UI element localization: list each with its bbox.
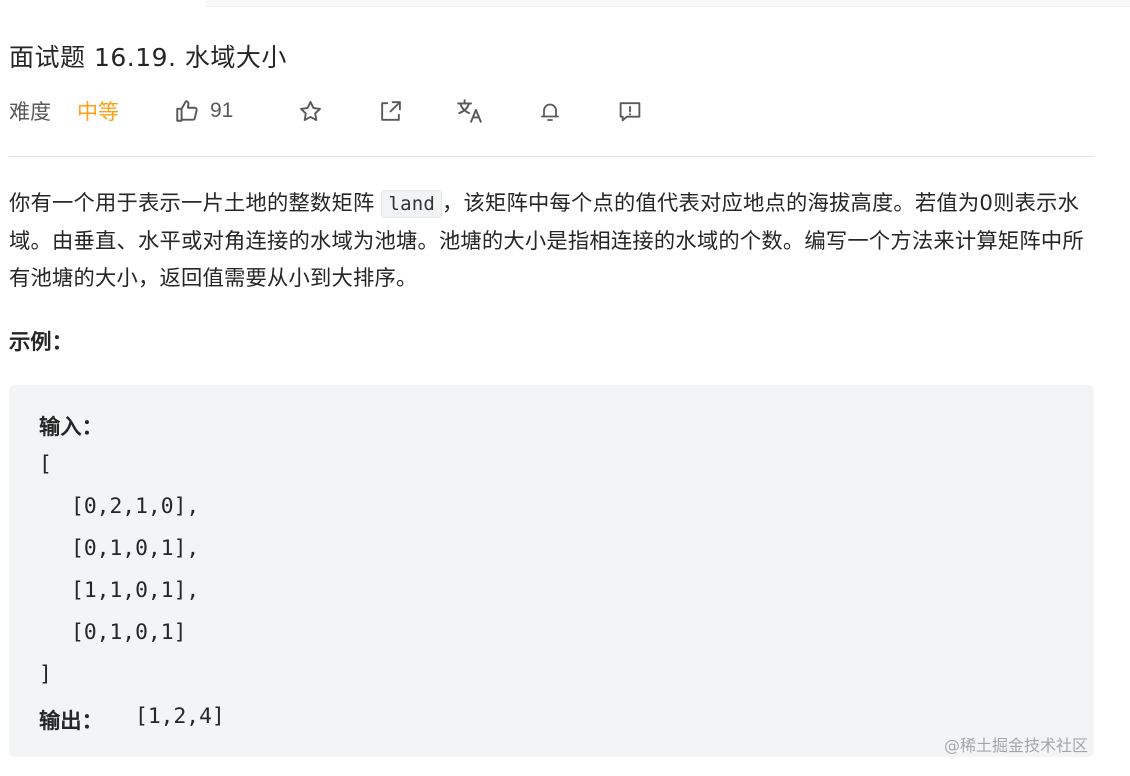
input-label: 输入： <box>39 415 103 440</box>
favorite-button[interactable] <box>295 93 325 129</box>
share-icon <box>378 99 403 124</box>
inline-code-land: land <box>381 190 442 218</box>
translate-icon <box>456 98 484 124</box>
output-value: [1,2,4] <box>135 704 225 729</box>
notification-button[interactable] <box>535 93 565 129</box>
problem-description: 你有一个用于表示一片土地的整数矩阵 land ，该矩阵中每个点的值代表对应地点的海… <box>9 185 1094 297</box>
page-title: 面试题 16.19. 水域大小 <box>9 43 287 72</box>
matrix-row: [0,1,0,1], <box>71 536 200 561</box>
meta-row: 难度 中等 91 <box>9 93 709 129</box>
thumbs-up-icon <box>174 98 200 124</box>
description-text-1: 你有一个用于表示一片土地的整数矩阵 <box>9 191 375 216</box>
star-icon <box>298 99 323 124</box>
translate-button[interactable] <box>455 93 485 129</box>
difficulty-label: 难度 <box>9 100 51 124</box>
example-heading: 示例： <box>9 330 73 355</box>
like-count: 91 <box>210 99 234 122</box>
share-button[interactable] <box>375 93 405 129</box>
example-code-block: 输入： [ [0,2,1,0], [0,1,0,1], [1,1,0,1], [… <box>9 385 1094 757</box>
matrix-row: [1,1,0,1], <box>71 578 200 603</box>
bell-icon <box>538 99 562 124</box>
close-bracket: ] <box>39 662 52 687</box>
open-bracket: [ <box>39 452 52 477</box>
matrix-row: [0,1,0,1] <box>71 620 187 645</box>
feedback-icon <box>617 99 643 124</box>
matrix-row: [0,2,1,0], <box>71 494 200 519</box>
watermark: @稀土掘金技术社区 <box>944 736 1089 755</box>
like-button[interactable]: 91 <box>174 93 233 129</box>
difficulty-value: 中等 <box>77 100 119 124</box>
top-strip <box>206 0 1130 7</box>
output-label: 输出： <box>39 709 103 734</box>
divider <box>9 156 1094 157</box>
feedback-button[interactable] <box>615 93 645 129</box>
